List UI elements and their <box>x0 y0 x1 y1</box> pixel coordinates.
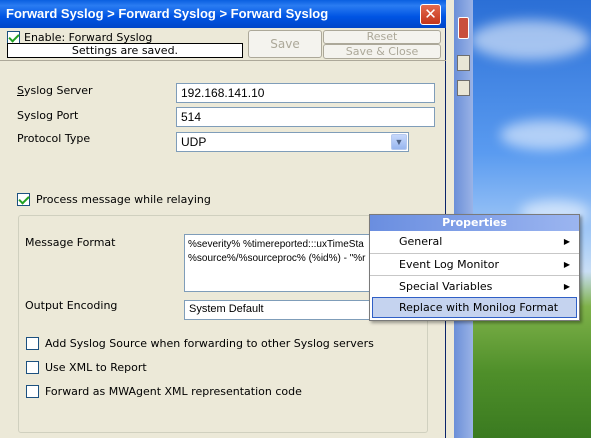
syslog-port-label: Syslog Port <box>17 109 79 122</box>
save-button[interactable]: Save <box>248 30 322 58</box>
reset-button[interactable]: Reset <box>323 30 441 44</box>
forward-mwagent-label: Forward as MWAgent XML representation co… <box>45 385 302 398</box>
window-title: Forward Syslog > Forward Syslog > Forwar… <box>6 6 329 21</box>
menu-item-label: Event Log Monitor <box>399 258 499 271</box>
add-syslog-source-checkbox[interactable] <box>26 337 39 350</box>
menu-item-label: Replace with Monilog Format <box>399 301 559 314</box>
enable-checkbox[interactable] <box>7 30 20 44</box>
menu-item-label: Special Variables <box>399 280 493 293</box>
menu-item-event-log-monitor[interactable]: Event Log Monitor ▶ <box>370 253 579 275</box>
save-close-button[interactable]: Save & Close <box>323 44 441 59</box>
message-format-textarea[interactable]: %severity% %timereported:::uxTimeSta %so… <box>184 234 374 292</box>
header-separator <box>0 60 446 61</box>
use-xml-label: Use XML to Report <box>45 361 147 374</box>
enable-label: Enable: Forward Syslog <box>24 30 153 44</box>
menu-item-general[interactable]: General ▶ <box>370 231 579 253</box>
add-syslog-source-label: Add Syslog Source when forwarding to oth… <box>45 337 374 350</box>
output-encoding-label: Output Encoding <box>25 299 118 312</box>
status-message: Settings are saved. <box>7 43 243 58</box>
chevron-right-icon: ▶ <box>563 282 570 291</box>
background-window-control <box>457 55 470 71</box>
process-message-checkbox[interactable] <box>17 193 30 206</box>
option-row[interactable]: Use XML to Report <box>26 361 147 374</box>
menu-item-replace-monilog-format[interactable]: Replace with Monilog Format <box>372 297 577 318</box>
syslog-server-input[interactable]: 192.168.141.10 <box>176 83 435 103</box>
message-format-line: %source%/%sourceproc% (%id%) - "%r <box>188 253 366 264</box>
menu-item-label: General <box>399 235 443 248</box>
close-icon[interactable]: ✕ <box>420 4 441 25</box>
output-encoding-value: System Default <box>189 303 264 315</box>
process-message-label: Process message while relaying <box>36 193 211 206</box>
menu-item-special-variables[interactable]: Special Variables ▶ <box>370 275 579 297</box>
syslog-server-label: Syslog Server <box>17 84 93 97</box>
chevron-right-icon: ▶ <box>563 237 570 246</box>
message-format-label: Message Format <box>25 236 116 249</box>
background-window-control <box>457 80 470 96</box>
chevron-right-icon: ▶ <box>563 260 570 269</box>
title-bar[interactable]: Forward Syslog > Forward Syslog > Forwar… <box>0 0 446 28</box>
protocol-type-label: Protocol Type <box>17 132 91 145</box>
context-menu-title: Properties <box>370 215 579 231</box>
process-message-row[interactable]: Process message while relaying <box>17 193 211 206</box>
chevron-down-icon[interactable]: ▼ <box>391 134 407 150</box>
forward-mwagent-checkbox[interactable] <box>26 385 39 398</box>
message-format-line: %severity% %timereported:::uxTimeSta <box>188 239 364 250</box>
cloud-decoration <box>500 120 590 150</box>
output-encoding-select[interactable]: System Default <box>184 300 374 320</box>
cloud-decoration <box>470 20 590 60</box>
enable-row[interactable]: Enable: Forward Syslog <box>7 30 152 44</box>
protocol-type-select[interactable]: UDP ▼ <box>176 132 409 152</box>
syslog-port-input[interactable]: 514 <box>176 107 435 127</box>
use-xml-checkbox[interactable] <box>26 361 39 374</box>
properties-context-menu: Properties General ▶ Event Log Monitor ▶… <box>369 214 580 321</box>
background-window-close-icon <box>458 17 469 39</box>
option-row[interactable]: Add Syslog Source when forwarding to oth… <box>26 337 374 350</box>
option-row[interactable]: Forward as MWAgent XML representation co… <box>26 385 302 398</box>
protocol-type-value: UDP <box>181 135 207 149</box>
